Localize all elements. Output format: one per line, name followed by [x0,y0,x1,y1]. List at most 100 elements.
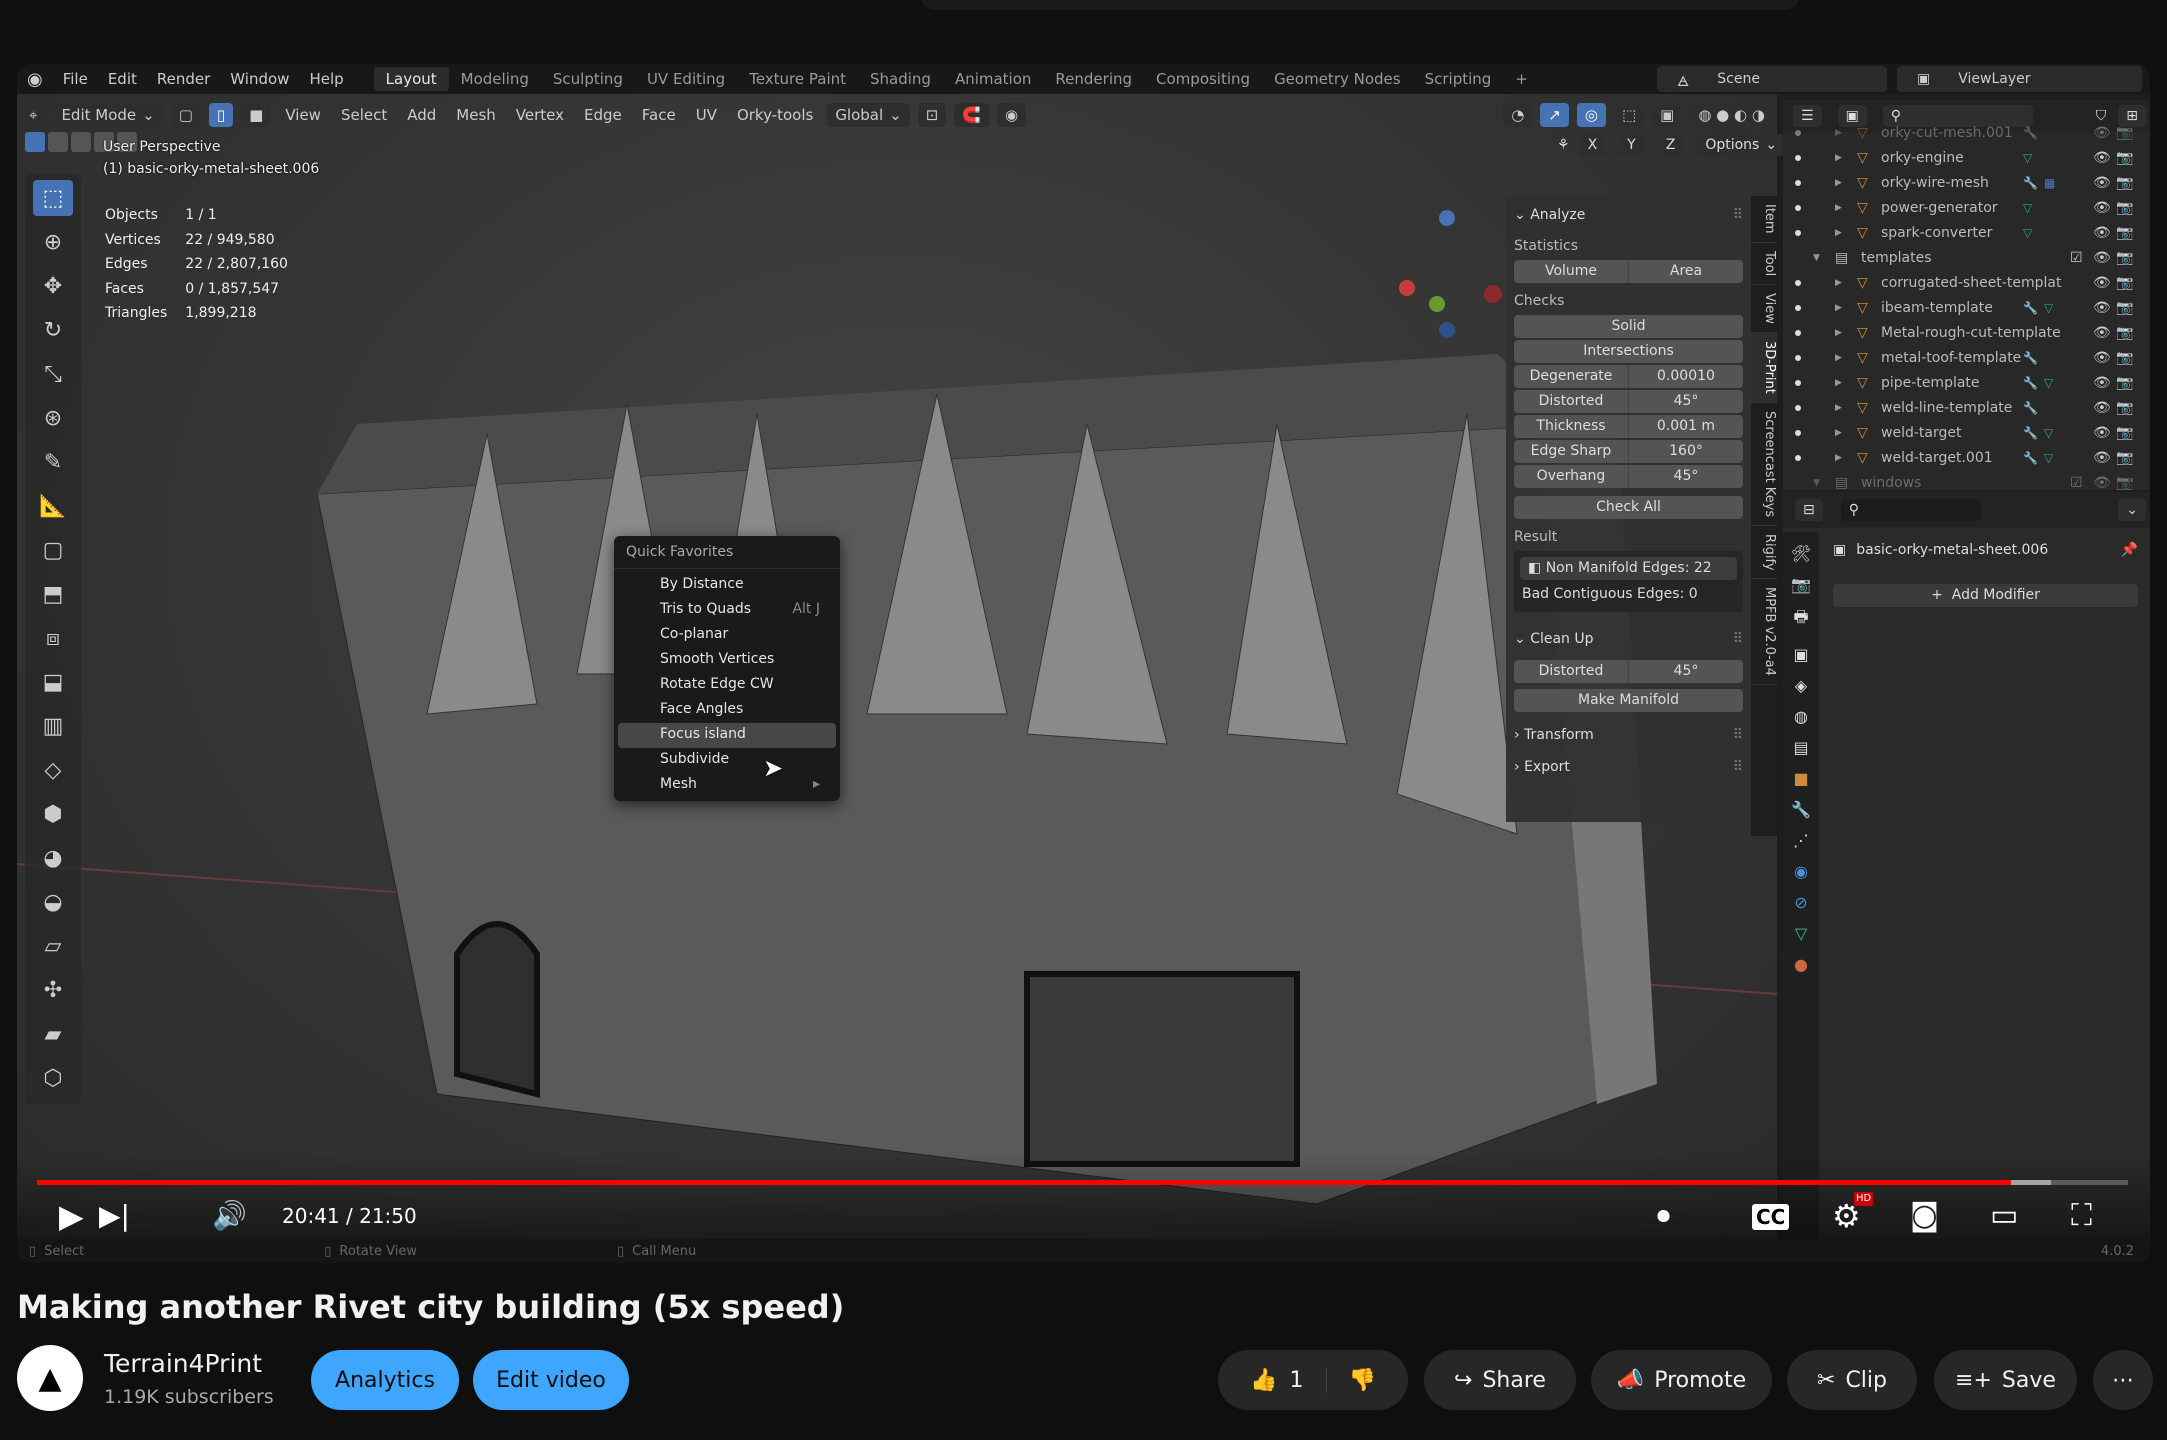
eye-icon[interactable]: 👁 [2093,350,2111,366]
overlay-toggle-icon[interactable]: ◎ [1576,103,1606,127]
tool-tab-icon[interactable]: 🛠 [1791,544,1811,563]
expand-arrow-icon[interactable]: ▼ [1813,253,1820,263]
check-button[interactable]: Thickness [1514,415,1628,438]
eye-icon[interactable]: 👁 [2093,275,2111,291]
spin-tool-icon[interactable]: ◕ [33,840,73,876]
modifier-icon[interactable]: 🔧 [2023,451,2038,465]
next-button[interactable]: ▶| [99,1196,130,1236]
edge-select-icon[interactable]: ▯ [208,103,234,127]
expand-arrow-icon[interactable]: ▶ [1835,403,1842,413]
sidebar-tab[interactable]: Tool [1751,243,1777,285]
volume-button[interactable]: Volume [1514,260,1628,283]
menu-add[interactable]: Add [397,106,446,124]
miniplayer-button[interactable]: ◙ [1910,1196,1939,1236]
camera-icon[interactable]: 📷 [2116,150,2133,166]
autoplay-toggle[interactable]: ⏺ [1657,1196,1670,1236]
menu-uv[interactable]: UV [686,106,727,124]
poly-build-tool-icon[interactable]: ⬢ [33,796,73,832]
dislike-button[interactable]: 👎 [1327,1368,1376,1393]
view-layer-tab-icon[interactable]: ▣ [1793,645,1808,664]
video-player[interactable]: ◉ File Edit Render Window Help Layout Mo… [17,64,2150,1263]
add-workspace-button[interactable]: + [1503,67,1540,91]
gizmo-z[interactable] [1439,210,1455,226]
check-value[interactable]: 45° [1628,465,1743,488]
menu-view[interactable]: View [275,106,331,124]
selectable-dot[interactable] [1795,404,1801,411]
camera-icon[interactable]: 📷 [2116,175,2133,191]
knife-tool-icon[interactable]: ◇ [33,752,73,788]
mesh-data-icon[interactable]: ▽ [2023,151,2032,165]
rotate-tool-icon[interactable]: ↻ [33,312,73,348]
menu-render[interactable]: Render [147,70,220,88]
eye-icon[interactable]: 👁 [2093,175,2111,191]
check-button[interactable]: Degenerate [1514,365,1628,388]
camera-icon[interactable]: 📷 [2116,350,2133,366]
editor-type-icon[interactable]: ⊟ [1795,499,1823,521]
eye-icon[interactable]: 👁 [2093,400,2111,416]
mesh-data-icon[interactable]: ▽ [2023,226,2032,240]
edge-slide-tool-icon[interactable]: ▱ [33,928,73,964]
sidebar-tab[interactable]: Rigify [1751,526,1777,580]
expand-arrow-icon[interactable]: ▶ [1835,328,1842,338]
selectable-dot[interactable] [1795,429,1801,436]
modifier-icon[interactable]: 🔧 [2023,426,2038,440]
cursor-tool-icon[interactable]: ⊕ [33,224,73,260]
eye-icon[interactable]: 👁 [2093,150,2111,166]
tab-uv-editing[interactable]: UV Editing [635,67,737,91]
select-extend-icon[interactable] [48,132,68,152]
mesh-data-icon[interactable]: ▽ [2044,301,2053,315]
expand-arrow-icon[interactable]: ▶ [1835,303,1842,313]
checkbox-icon[interactable]: ☑ [2070,250,2083,266]
tab-layout[interactable]: Layout [373,67,449,91]
tab-shading[interactable]: Shading [858,67,943,91]
eye-icon[interactable]: 👁 [2093,325,2111,341]
eye-icon[interactable]: 👁 [2093,125,2111,141]
make-manifold-button[interactable]: Make Manifold [1514,689,1743,712]
selectable-dot[interactable] [1795,354,1801,361]
shrink-fatten-tool-icon[interactable]: ✣ [33,972,73,1008]
tab-modeling[interactable]: Modeling [449,67,541,91]
expand-arrow-icon[interactable]: ▶ [1835,453,1842,463]
tab-rendering[interactable]: Rendering [1043,67,1144,91]
smooth-tool-icon[interactable]: ◒ [33,884,73,920]
face-select-icon[interactable]: ■ [241,103,272,127]
modifier-icon[interactable]: 🔧 [2023,376,2038,390]
modifier-icon[interactable]: 🔧 [2023,176,2038,190]
camera-icon[interactable]: 📷 [2116,200,2133,216]
edit-video-button[interactable]: Edit video [473,1350,629,1410]
proportional-edit-icon[interactable]: ◉ [997,103,1027,127]
drag-handle-icon[interactable]: ⠿ [1733,631,1743,647]
inset-tool-icon[interactable]: ⧈ [33,620,73,656]
outliner-item[interactable]: ▶ ▽ weld-target 🔧 ▽ 👁 📷 [1783,420,2150,445]
collection-tab-icon[interactable]: ▤ [1793,738,1808,757]
distorted-button[interactable]: Distorted [1514,660,1628,683]
expand-arrow-icon[interactable]: ▶ [1835,153,1842,163]
settings-button[interactable]: ⚙ HD [1832,1192,1874,1236]
selectable-dot[interactable] [1795,454,1801,461]
clip-button[interactable]: ✂ Clip [1787,1350,1917,1410]
selectable-dot[interactable] [1795,329,1801,336]
menu-mesh[interactable]: Mesh [446,106,506,124]
channel-name[interactable]: Terrain4Print [104,1349,262,1378]
expand-arrow-icon[interactable]: ▶ [1835,228,1842,238]
modifier-icon[interactable]: 🔧 [2023,301,2038,315]
expand-arrow-icon[interactable]: ▶ [1835,203,1842,213]
tab-sculpting[interactable]: Sculpting [541,67,635,91]
panel-cleanup-header[interactable]: ⌄ Clean Up ⠿ [1514,626,1743,652]
blender-logo-icon[interactable]: ◉ [17,69,53,90]
menu-help[interactable]: Help [299,70,353,88]
snap-icon[interactable]: 🧲 [954,103,990,127]
check-value[interactable]: 0.001 m [1628,415,1743,438]
volume-button[interactable]: 🔊 [212,1196,247,1236]
menu-item[interactable]: Smooth Vertices [618,648,836,673]
selectable-dot[interactable] [1795,304,1801,311]
select-box-tool-icon[interactable]: ⬚ [33,180,73,216]
analytics-button[interactable]: Analytics [311,1350,459,1410]
selectable-dot[interactable] [1795,129,1801,136]
check-value[interactable]: 45° [1628,390,1743,413]
rip-tool-icon[interactable]: ⬡ [33,1060,73,1096]
scale-tool-icon[interactable]: ⤡ [33,356,73,392]
expand-arrow-icon[interactable]: ▶ [1835,128,1842,138]
constraints-tab-icon[interactable]: ⊘ [1794,893,1807,912]
camera-icon[interactable]: 📷 [2116,425,2133,441]
